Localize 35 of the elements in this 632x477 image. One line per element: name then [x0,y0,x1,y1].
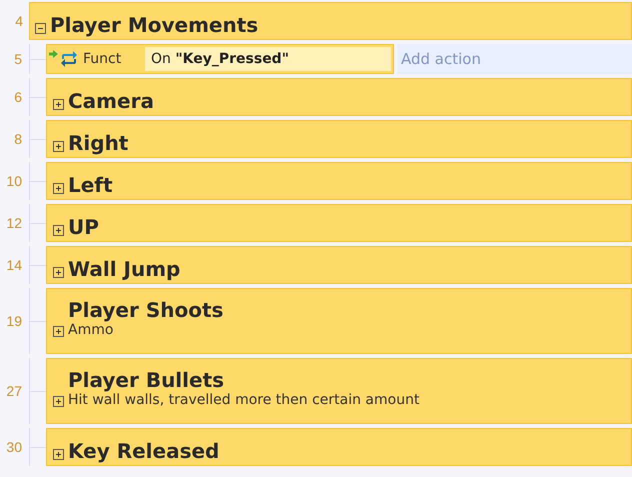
expand-icon[interactable] [53,141,64,152]
expand-icon[interactable] [53,396,64,407]
expand-icon[interactable] [53,99,64,110]
line-number: 6 [14,89,22,105]
line-number: 30 [6,439,22,455]
condition-label: Funct [83,51,122,67]
expand-icon[interactable] [53,326,64,337]
group-title: Left [68,174,113,196]
condition-text: On "Key_Pressed" [145,47,391,71]
line-number: 4 [15,13,23,29]
group-title: Camera [68,90,154,112]
group-description: Ammo [68,323,114,339]
group-description: Hit wall walls, travelled more then certain amount [68,393,420,409]
line-number: 14 [6,257,22,273]
group-title: Key Released [68,440,220,462]
group-title: Wall Jump [68,258,180,280]
expand-icon[interactable] [53,267,64,278]
group-title: Player Movements [50,14,258,36]
expand-icon[interactable] [53,225,64,236]
add-action-field[interactable]: Add action [397,44,632,74]
repeat-icon [59,49,79,69]
line-number: 10 [6,173,22,189]
expand-icon[interactable] [53,449,64,460]
line-number: 19 [6,313,22,329]
expand-icon[interactable] [53,183,64,194]
group-title: UP [68,216,99,238]
collapse-icon[interactable] [35,23,46,34]
line-number: 27 [6,383,22,399]
line-number: 5 [14,51,22,67]
arrow-icon [49,50,58,58]
line-number: 8 [14,131,22,147]
group-title: Right [68,132,128,154]
line-number: 12 [6,215,22,231]
group-title: Player Bullets [68,369,224,392]
group-title: Player Shoots [68,299,224,322]
